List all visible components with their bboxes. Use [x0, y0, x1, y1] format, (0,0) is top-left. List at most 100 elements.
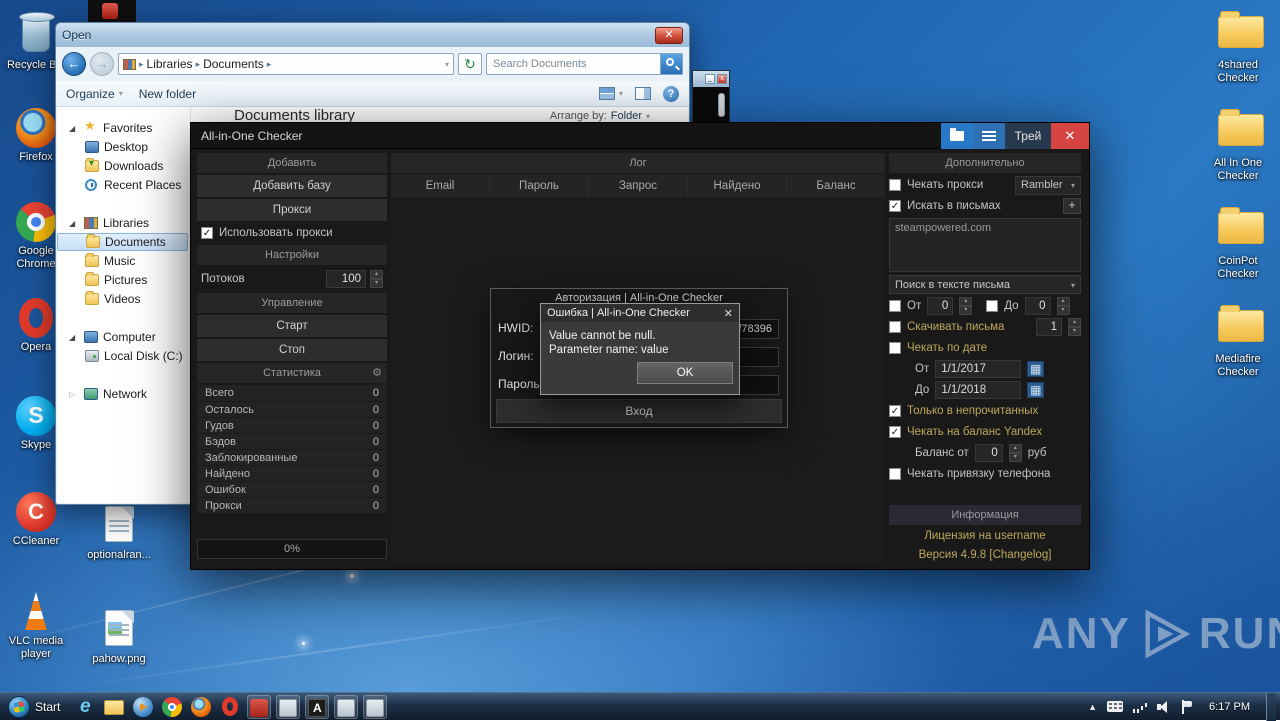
tree-item-local-disk[interactable]: Local Disk (C:) — [57, 347, 188, 365]
volume-icon[interactable] — [1157, 701, 1171, 713]
add-domain-button[interactable]: + — [1063, 198, 1081, 214]
balance-stepper[interactable]: ▴▾ — [1009, 444, 1022, 462]
show-desktop-button[interactable] — [1266, 693, 1276, 721]
from-input[interactable]: 0 — [927, 297, 953, 315]
new-folder-button[interactable]: New folder — [139, 87, 196, 101]
keyboard-icon[interactable] — [1107, 701, 1123, 712]
open-dialog-titlebar[interactable]: Open ✕ — [56, 23, 689, 47]
proxy-button[interactable]: Прокси — [197, 199, 387, 221]
desktop-icon-4shared-checker[interactable]: 4shared Checker — [1202, 10, 1274, 85]
tree-item-pictures[interactable]: Pictures — [57, 271, 188, 289]
views-button[interactable] — [599, 87, 623, 100]
ok-button[interactable]: OK — [637, 362, 733, 384]
checkbox-icon[interactable] — [889, 468, 901, 480]
desktop-icon-mediafire-checker[interactable]: Mediafire Checker — [1202, 304, 1274, 379]
forward-button[interactable]: → — [90, 52, 114, 76]
expander-icon[interactable]: ◢ — [69, 219, 79, 228]
threads-input[interactable]: 100 — [326, 270, 366, 288]
error-dialog-titlebar[interactable]: Ошибка | All-in-One Checker — [541, 304, 739, 322]
close-icon[interactable]: ✕ — [1051, 123, 1089, 149]
tree-item-recent-places[interactable]: Recent Places — [57, 176, 188, 194]
minimize-to-tray-button[interactable]: Трей — [1005, 123, 1051, 149]
date-to-input[interactable]: 1/1/2018 — [935, 381, 1021, 399]
minimize-button[interactable]: _ — [705, 74, 715, 84]
menu-button[interactable] — [973, 123, 1005, 149]
tree-section-computer[interactable]: ◢ Computer — [57, 328, 188, 346]
taskbar-icon-grey-app[interactable] — [276, 695, 300, 719]
scrollbar-thumb[interactable] — [718, 93, 725, 117]
chevron-down-icon[interactable] — [445, 59, 449, 69]
arrange-by-control[interactable]: Arrange by: Folder — [550, 110, 650, 122]
taskbar-icon-explorer[interactable] — [102, 695, 126, 719]
domains-textarea[interactable]: steampowered.com — [889, 218, 1081, 272]
login-button[interactable]: Вход — [496, 399, 782, 423]
checkbox-checked-icon[interactable] — [889, 405, 901, 417]
close-button[interactable]: x — [717, 74, 727, 84]
expander-icon[interactable]: ◢ — [69, 124, 79, 133]
checkbox-icon[interactable] — [986, 300, 998, 312]
breadcrumb-documents[interactable]: Documents — [203, 57, 264, 71]
tree-item-downloads[interactable]: Downloads — [57, 157, 188, 175]
version-text[interactable]: Версия 4.9.8 [Changelog] — [889, 547, 1081, 563]
download-stepper[interactable]: ▴▾ — [1068, 318, 1081, 336]
tree-item-documents[interactable]: Documents — [57, 233, 188, 251]
checkbox-icon[interactable] — [889, 300, 901, 312]
start-button[interactable]: Start — [0, 693, 68, 720]
close-icon[interactable]: ✕ — [655, 27, 683, 44]
preview-pane-button[interactable] — [635, 87, 651, 100]
to-stepper[interactable]: ▴▾ — [1057, 297, 1070, 315]
refresh-button[interactable]: ↻ — [458, 53, 482, 75]
balance-input[interactable]: 0 — [975, 444, 1003, 462]
open-folder-button[interactable] — [941, 123, 973, 149]
date-from-input[interactable]: 1/1/2017 — [935, 360, 1021, 378]
taskbar-icon-checker-app[interactable]: A — [305, 695, 329, 719]
tree-item-videos[interactable]: Videos — [57, 290, 188, 308]
checkbox-icon[interactable] — [889, 179, 901, 191]
search-in-text-dropdown[interactable]: Поиск в тексте письма — [889, 275, 1081, 294]
desktop-icon-coinpot-checker[interactable]: CoinPot Checker — [1202, 206, 1274, 281]
taskbar-icon-firefox[interactable] — [189, 695, 213, 719]
checkbox-checked-icon[interactable] — [889, 426, 901, 438]
tree-item-music[interactable]: Music — [57, 252, 188, 270]
breadcrumb-libraries[interactable]: Libraries — [147, 57, 193, 71]
from-stepper[interactable]: ▴▾ — [959, 297, 972, 315]
threads-stepper[interactable]: ▴▾ — [370, 270, 383, 288]
checkbox-checked-icon[interactable] — [201, 227, 213, 239]
back-button[interactable]: ← — [62, 52, 86, 76]
desktop-icon-optionalran[interactable]: optionalran... — [74, 504, 164, 562]
add-base-button[interactable]: Добавить базу — [197, 175, 387, 197]
arrange-by-value[interactable]: Folder — [611, 110, 642, 122]
expander-icon[interactable]: ◢ — [69, 333, 79, 342]
expander-icon[interactable]: ▷ — [69, 390, 79, 399]
clock[interactable]: 6:17 PM — [1203, 701, 1256, 713]
action-center-flag-icon[interactable] — [1181, 700, 1193, 714]
desktop-icon-all-in-one-checker[interactable]: All In One Checker — [1202, 108, 1274, 183]
desktop-icon-vlc[interactable]: VLC media player — [0, 592, 72, 661]
breadcrumb[interactable]: ▸ Libraries ▸ Documents ▸ — [118, 53, 454, 75]
taskbar-icon-chrome[interactable] — [160, 695, 184, 719]
search-button[interactable] — [660, 54, 682, 74]
checkbox-icon[interactable] — [889, 342, 901, 354]
to-input[interactable]: 0 — [1025, 297, 1051, 315]
network-icon[interactable] — [1133, 701, 1147, 713]
start-button[interactable]: Старт — [197, 315, 387, 337]
taskbar-icon-red-app[interactable] — [247, 695, 271, 719]
taskbar-icon-grey-app-2[interactable] — [334, 695, 358, 719]
taskbar-icon-ie[interactable]: e — [73, 695, 97, 719]
calendar-icon[interactable] — [1027, 361, 1044, 377]
checkbox-icon[interactable] — [889, 321, 901, 333]
calendar-icon[interactable] — [1027, 382, 1044, 398]
help-icon[interactable]: ? — [663, 86, 679, 102]
taskbar-icon-opera[interactable] — [218, 695, 242, 719]
use-proxy-checkbox-row[interactable]: Использовать прокси — [197, 223, 387, 243]
gear-icon[interactable] — [372, 363, 382, 383]
proxy-service-dropdown[interactable]: Rambler — [1015, 176, 1081, 195]
tree-section-favorites[interactable]: ◢ Favorites — [57, 119, 188, 137]
search-input[interactable]: Search Documents — [486, 53, 683, 75]
organize-button[interactable]: Organize — [66, 87, 123, 101]
hidden-icons-chevron[interactable]: ▲ — [1088, 702, 1097, 712]
checkbox-checked-icon[interactable] — [889, 200, 901, 212]
desktop-icon-pahow[interactable]: pahow.png — [74, 608, 164, 666]
taskbar-icon-grey-app-3[interactable] — [363, 695, 387, 719]
taskbar-icon-media-player[interactable] — [131, 695, 155, 719]
